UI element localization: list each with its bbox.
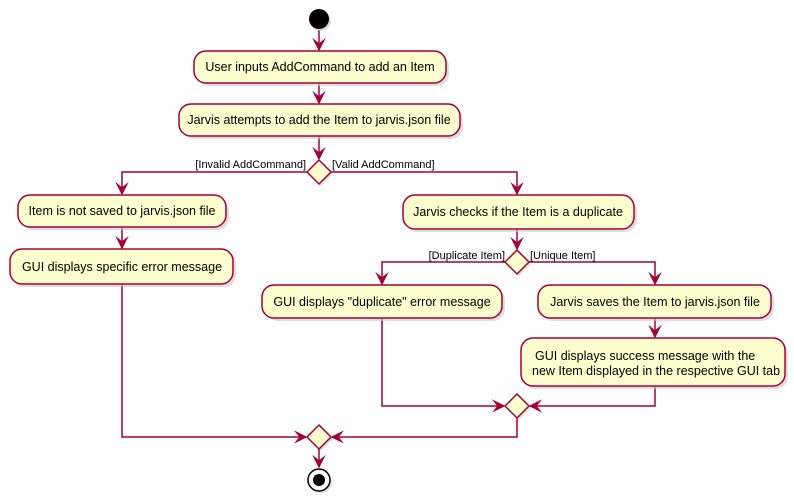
guard-duplicate: [Duplicate Item] [429,250,505,262]
edge-valid [331,171,524,196]
activity-error-message: GUI displays specific error message [9,248,236,287]
activity-success-message: GUI displays success message with the ne… [520,337,788,389]
activity-label-line1: GUI displays success message with the [535,349,755,363]
activity-label-line2: new Item displayed in the respective GUI… [532,364,780,378]
end-node [307,468,332,493]
activity-save-item: Jarvis saves the Item to jarvis.json fil… [537,284,774,321]
edge-duplicate [375,261,505,286]
activity-attempt-add: Jarvis attempts to add the Item to jarvi… [178,103,463,139]
activity-not-saved: Item is not saved to jarvis.json file [17,194,229,230]
guard-unique: [Unique Item] [530,250,595,262]
edge [381,318,506,413]
guard-invalid: [Invalid AddCommand] [195,159,306,171]
activity-duplicate-error: GUI displays "duplicate" error message [261,284,505,321]
merge-final [305,423,333,451]
start-node [309,9,329,29]
activity-label: Jarvis attempts to add the Item to jarvi… [187,113,450,127]
edge-unique [529,261,662,286]
edge [330,418,518,444]
decision-valid-command [305,158,333,186]
activity-label: User inputs AddCommand to add an Item [205,60,434,74]
activity-label: GUI displays "duplicate" error message [273,295,490,309]
activity-label: GUI displays specific error message [22,260,222,274]
activity-user-inputs: User inputs AddCommand to add an Item [193,50,449,86]
activity-diagram: User inputs AddCommand to add an Item Ja… [9,9,788,493]
activity-label: Item is not saved to jarvis.json file [29,204,216,218]
activity-check-duplicate: Jarvis checks if the Item is a duplicate [402,194,637,232]
guard-valid: [Valid AddCommand] [332,159,435,171]
edge-invalid [115,171,307,196]
merge-duplicate [503,392,531,420]
activity-label: Jarvis checks if the Item is a duplicate [413,205,623,219]
activity-label: Jarvis saves the Item to jarvis.json fil… [550,295,760,309]
decision-duplicate [503,248,531,276]
